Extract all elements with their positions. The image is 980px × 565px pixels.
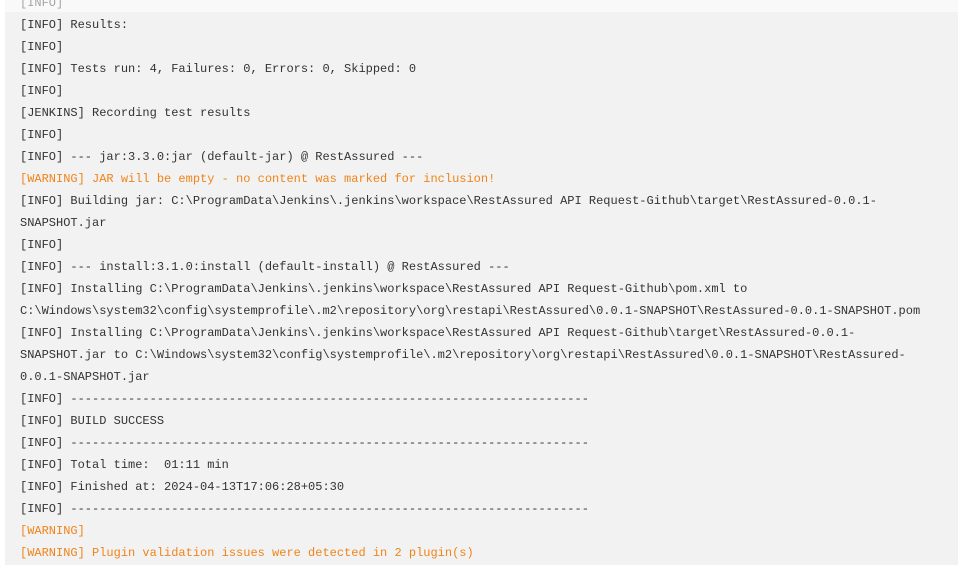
log-line: [INFO] --- jar:3.3.0:jar (default-jar) @… — [20, 150, 424, 164]
log-line: [INFO] Installing C:\ProgramData\Jenkins… — [20, 282, 748, 296]
log-line-warning: [WARNING] — [20, 524, 85, 538]
log-line: [INFO] — [20, 238, 64, 252]
log-line: [INFO] Tests run: 4, Failures: 0, Errors… — [20, 62, 417, 76]
log-line: [INFO] ---------------------------------… — [20, 502, 589, 516]
log-line: C:\Windows\system32\config\systemprofile… — [20, 304, 921, 318]
log-line: [INFO] --- install:3.1.0:install (defaul… — [20, 260, 510, 274]
log-line-warning: [WARNING] Plugin validation issues were … — [20, 546, 474, 560]
log-line: [INFO] — [20, 128, 64, 142]
scroll-fade — [0, 0, 980, 12]
log-line-warning: [WARNING] JAR will be empty - no content… — [20, 172, 496, 186]
log-line: [JENKINS] Recording test results — [20, 106, 251, 120]
log-line: [INFO] — [20, 40, 64, 54]
log-line: 0.0.1-SNAPSHOT.jar — [20, 370, 150, 384]
log-line: [INFO] Building jar: C:\ProgramData\Jenk… — [20, 194, 877, 208]
log-line: [INFO] ---------------------------------… — [20, 436, 589, 450]
log-line: [INFO] Finished at: 2024-04-13T17:06:28+… — [20, 480, 345, 494]
log-line: [INFO] Total time: 01:11 min — [20, 458, 229, 472]
log-line: [INFO] Installing C:\ProgramData\Jenkins… — [20, 326, 856, 340]
log-line: [INFO] Results: — [20, 18, 129, 32]
log-line: SNAPSHOT.jar to C:\Windows\system32\conf… — [20, 348, 906, 362]
console-output: [INFO] [INFO] Results: [INFO] [INFO] Tests … — [5, 0, 958, 565]
log-line: [INFO] — [20, 84, 64, 98]
log-line: SNAPSHOT.jar — [20, 216, 107, 230]
log-line: [INFO] ---------------------------------… — [20, 392, 589, 406]
log-line: [INFO] BUILD SUCCESS — [20, 414, 165, 428]
